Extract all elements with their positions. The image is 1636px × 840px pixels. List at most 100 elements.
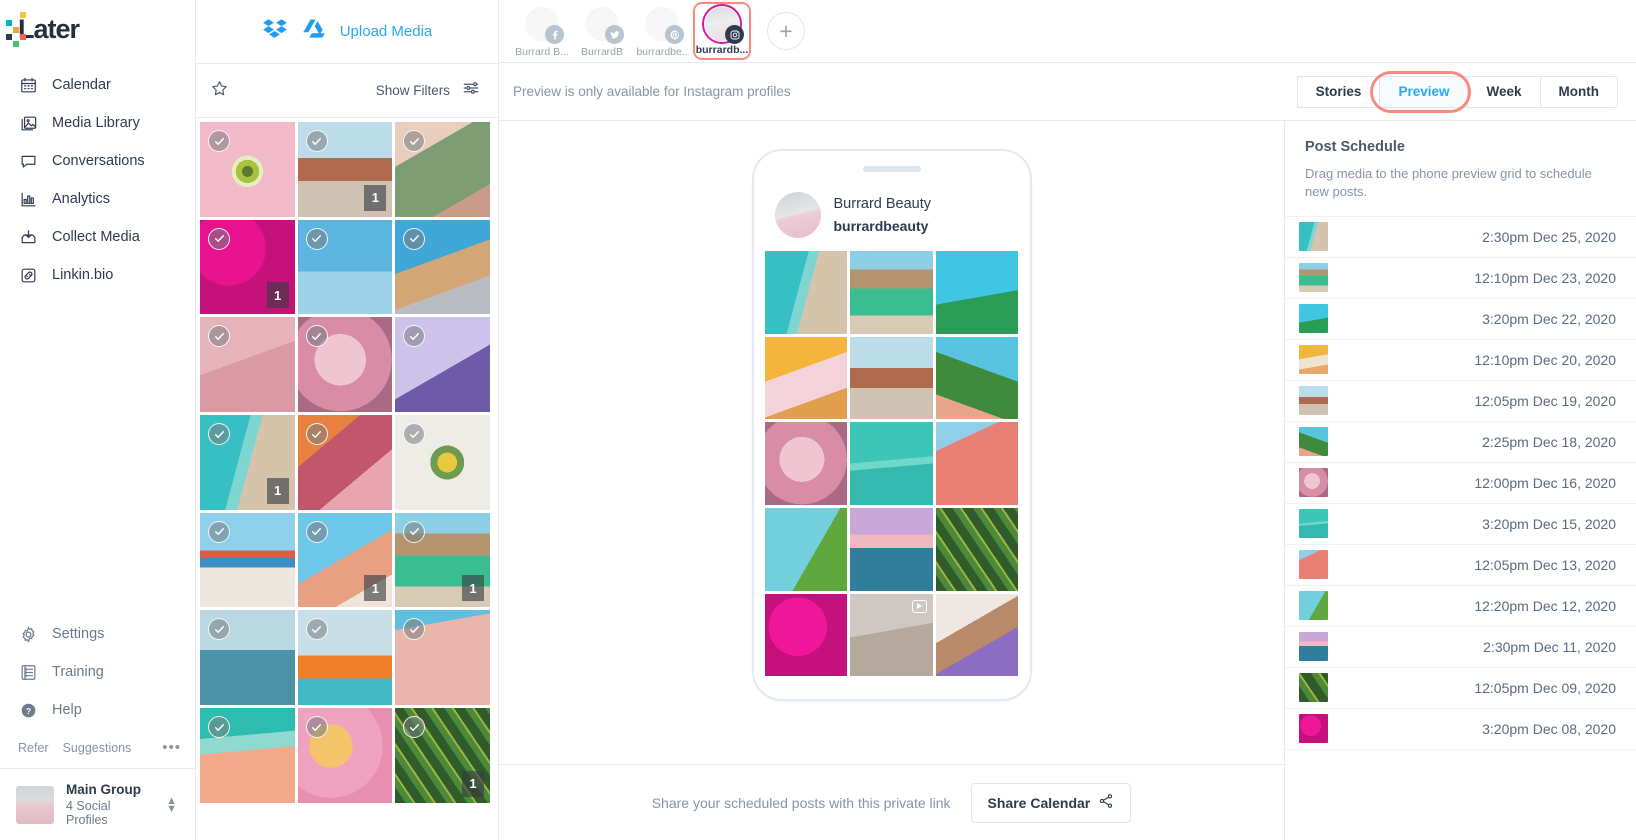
schedule-thumbnail-van-on-desert-road: [1299, 386, 1328, 416]
preview-cell-van-on-desert-road[interactable]: [850, 336, 933, 420]
schedule-row[interactable]: 3:20pm Dec 08, 2020: [1285, 709, 1636, 750]
sidebar-item-help[interactable]: ? Help: [0, 691, 195, 729]
profile-tab-twitter[interactable]: BurrardB: [573, 4, 631, 58]
dropbox-icon[interactable]: [262, 16, 288, 47]
media-tile-palm-leaf[interactable]: 1: [395, 708, 490, 803]
media-tile-pineapple-on-sand[interactable]: [395, 415, 490, 510]
media-tile-green-beetle-car[interactable]: 1: [395, 512, 490, 608]
group-switcher[interactable]: Main Group 4 Social Profiles ▲ ▼: [0, 768, 195, 840]
view-tab-stories[interactable]: Stories: [1296, 75, 1380, 108]
select-checkmark-icon[interactable]: [305, 520, 328, 543]
schedule-row[interactable]: 12:10pm Dec 20, 2020: [1285, 340, 1636, 381]
schedule-list: 2:30pm Dec 25, 2020 12:10pm Dec 23, 2020 3…: [1285, 217, 1636, 840]
show-filters-button[interactable]: Show Filters: [376, 83, 450, 98]
preview-cell-peony-bouquet[interactable]: [764, 422, 848, 506]
sidebar-item-media-library[interactable]: Media Library: [0, 104, 195, 142]
view-tab-week[interactable]: Week: [1467, 75, 1540, 108]
media-tile-beach-umbrellas[interactable]: [297, 610, 393, 706]
media-tile-beach-huts[interactable]: [200, 512, 295, 608]
preview-cell-magenta-flowers[interactable]: [764, 593, 848, 677]
select-checkmark-icon[interactable]: [208, 423, 230, 446]
schedule-row[interactable]: 3:20pm Dec 22, 2020: [1285, 299, 1636, 340]
schedule-row[interactable]: 2:30pm Dec 11, 2020: [1285, 627, 1636, 668]
preview-cell-aerial-beach[interactable]: [764, 251, 848, 334]
select-checkmark-icon[interactable]: [403, 227, 426, 250]
view-tab-month[interactable]: Month: [1539, 75, 1618, 108]
media-tile-peony-bouquet[interactable]: [297, 317, 393, 413]
profile-tab-pinterest[interactable]: burrardbe..: [633, 4, 691, 58]
schedule-row[interactable]: 12:00pm Dec 16, 2020: [1285, 463, 1636, 504]
media-tile-person-on-pier[interactable]: [200, 610, 295, 706]
chevron-updown-icon[interactable]: ▲ ▼: [166, 795, 183, 814]
select-checkmark-icon[interactable]: [403, 520, 426, 543]
select-checkmark-icon[interactable]: [208, 716, 230, 739]
select-checkmark-icon[interactable]: [305, 716, 328, 739]
schedule-row[interactable]: 12:05pm Dec 13, 2020: [1285, 545, 1636, 586]
select-checkmark-icon[interactable]: [305, 423, 328, 446]
select-checkmark-icon[interactable]: [305, 325, 328, 348]
select-checkmark-icon[interactable]: [305, 618, 328, 641]
share-calendar-bar: Share your scheduled posts with this pri…: [499, 764, 1284, 840]
schedule-row[interactable]: 12:20pm Dec 12, 2020: [1285, 586, 1636, 627]
sidebar-item-settings[interactable]: Settings: [0, 615, 195, 653]
media-tile-ferris-wheel[interactable]: [297, 219, 393, 315]
preview-cell-palm-tree-sky[interactable]: [935, 251, 1019, 334]
preview-cell-cactus-blue-sky[interactable]: [764, 508, 848, 591]
media-tile-pink-flowers[interactable]: 1: [200, 219, 295, 315]
media-tile-pink-facade[interactable]: [395, 610, 490, 706]
media-tile-cactus-plant[interactable]: [395, 122, 490, 217]
schedule-row[interactable]: 2:25pm Dec 18, 2020: [1285, 422, 1636, 463]
select-checkmark-icon[interactable]: [208, 227, 230, 250]
profile-tab-facebook[interactable]: Burrard B...: [513, 4, 571, 58]
share-calendar-button[interactable]: Share Calendar: [970, 782, 1132, 823]
preview-thumbnail: [764, 508, 848, 591]
preview-cell-ocean-sunset[interactable]: [850, 508, 933, 591]
preview-cell-palm-leaf[interactable]: [935, 508, 1019, 591]
media-tile-pink-building[interactable]: [200, 317, 295, 413]
preview-cell-pink-building[interactable]: [935, 422, 1019, 506]
sidebar-item-training[interactable]: Training: [0, 653, 195, 691]
select-checkmark-icon[interactable]: [208, 520, 230, 543]
media-tile-balloons[interactable]: [297, 708, 393, 803]
star-icon[interactable]: [210, 79, 229, 103]
view-tab-preview[interactable]: Preview: [1379, 75, 1468, 108]
media-tile-van-on-desert-road[interactable]: 1: [297, 122, 393, 217]
add-profile-button[interactable]: +: [767, 12, 805, 50]
preview-cell-green-beetle-car[interactable]: [850, 251, 933, 334]
sidebar-item-label: Calendar: [52, 77, 111, 93]
preview-cell-makeup-flatlay[interactable]: [935, 593, 1019, 677]
schedule-row[interactable]: 12:05pm Dec 19, 2020: [1285, 381, 1636, 422]
media-tile-slot-canyon[interactable]: [297, 415, 393, 510]
sidebar-item-conversations[interactable]: Conversations: [0, 142, 195, 180]
media-tile-avocado-on-pink[interactable]: [200, 122, 295, 217]
select-checkmark-icon[interactable]: [305, 130, 328, 152]
sidebar-item-collect-media[interactable]: Collect Media: [0, 218, 195, 256]
media-tile-palm-and-building[interactable]: 1: [297, 512, 393, 608]
schedule-row[interactable]: 12:05pm Dec 09, 2020: [1285, 668, 1636, 709]
suggestions-link[interactable]: Suggestions: [63, 741, 132, 755]
sidebar-item-calendar[interactable]: Calendar: [0, 66, 195, 104]
profile-tab-instagram[interactable]: burrardb...: [693, 2, 751, 60]
select-checkmark-icon[interactable]: [208, 130, 230, 152]
preview-cell-ice-cream-cone[interactable]: [764, 336, 848, 420]
schedule-row[interactable]: 3:20pm Dec 15, 2020: [1285, 504, 1636, 545]
refer-link[interactable]: Refer: [18, 741, 49, 755]
media-tile-lavender-sprigs[interactable]: [395, 317, 490, 413]
media-tile-laughing-woman[interactable]: [395, 219, 490, 315]
media-tile-orange-sand-beach[interactable]: [200, 708, 295, 803]
sidebar-item-analytics[interactable]: Analytics: [0, 180, 195, 218]
preview-cell-surfer-aerial[interactable]: [850, 422, 933, 506]
schedule-row[interactable]: 2:30pm Dec 25, 2020: [1285, 217, 1636, 258]
app-logo[interactable]: Later: [0, 0, 195, 56]
more-options-icon[interactable]: •••: [162, 739, 181, 756]
select-checkmark-icon[interactable]: [305, 227, 328, 250]
schedule-row[interactable]: 12:10pm Dec 23, 2020: [1285, 258, 1636, 299]
media-tile-aerial-beach[interactable]: 1: [200, 415, 295, 510]
preview-cell-palm-and-building[interactable]: [935, 336, 1019, 420]
upload-media-link[interactable]: Upload Media: [340, 23, 433, 40]
preview-cell-interior-video[interactable]: [850, 593, 933, 677]
sidebar-item-linkin-bio[interactable]: Linkin.bio: [0, 256, 195, 294]
filter-sliders-icon[interactable]: [462, 79, 480, 102]
group-subtitle: 4 Social Profiles: [66, 799, 111, 827]
google-drive-icon[interactable]: [302, 17, 326, 46]
